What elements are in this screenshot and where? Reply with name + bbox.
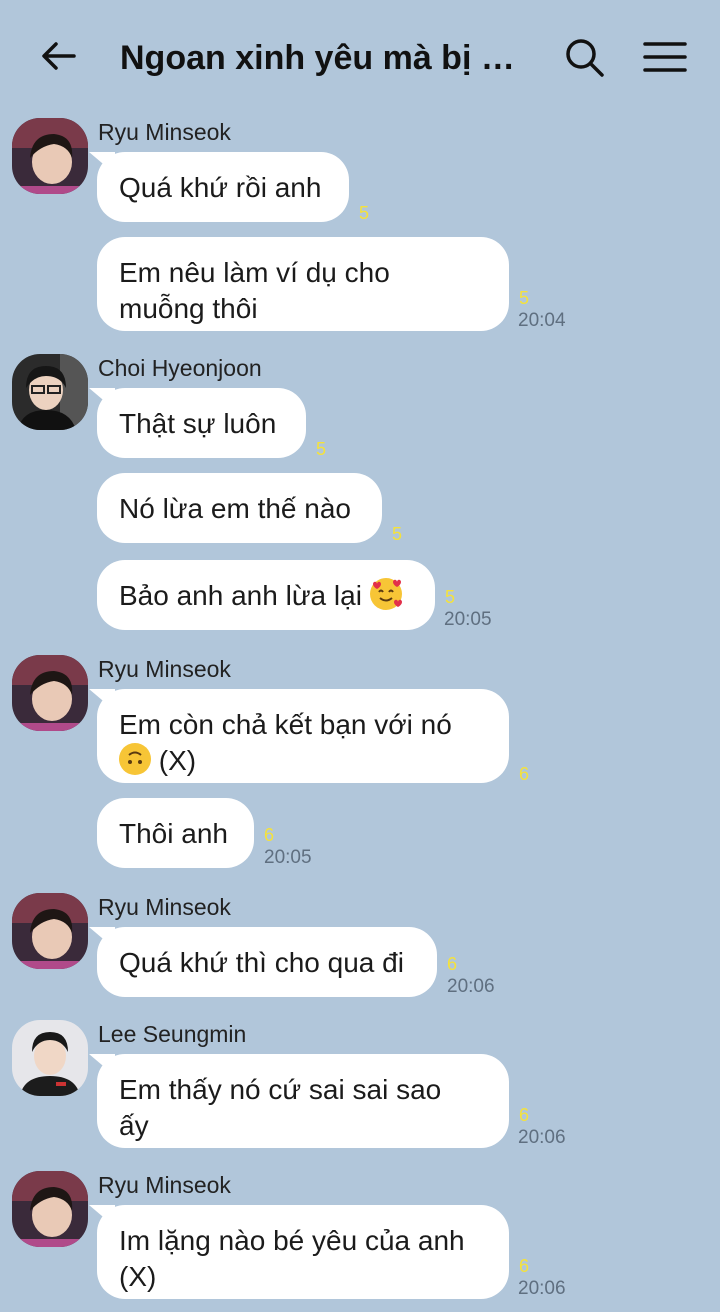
- timestamp: 20:06: [447, 976, 495, 997]
- message-text: Quá khứ thì cho qua đi: [119, 947, 404, 978]
- message-text: (X): [158, 745, 197, 776]
- avatar-lee-seungmin[interactable]: [12, 1020, 88, 1096]
- unread-count: 6: [447, 954, 458, 974]
- message-text-line: (X): [119, 743, 487, 779]
- message-bubble[interactable]: Quá khứ rồi anh: [97, 152, 349, 222]
- chat-title: Ngoan xinh yêu mà bị t...: [120, 39, 520, 77]
- sender-name: Ryu Minseok: [98, 119, 231, 145]
- message-text-line: Em thấy nó cứ sai sai sao: [119, 1074, 442, 1105]
- message-text: Nó lừa em thế nào: [119, 493, 351, 524]
- unread-count: 5: [519, 288, 530, 308]
- menu-button[interactable]: [640, 34, 690, 82]
- message-bubble[interactable]: Em còn chả kết bạn với nó (X): [97, 689, 509, 783]
- hamburger-menu-icon: [643, 42, 687, 72]
- sender-name: Lee Seungmin: [98, 1021, 247, 1047]
- search-button[interactable]: [560, 34, 608, 82]
- message-text-line: Em còn chả kết bạn với nó: [119, 709, 452, 740]
- message-bubble[interactable]: Im lặng nào bé yêu của anh (X): [97, 1205, 509, 1299]
- unread-count: 6: [264, 825, 275, 845]
- avatar-ryu-minseok[interactable]: [12, 893, 88, 969]
- back-button[interactable]: [34, 34, 82, 82]
- arrow-left-icon: [42, 42, 76, 70]
- sender-name: Ryu Minseok: [98, 1172, 231, 1198]
- avatar-ryu-minseok[interactable]: [12, 118, 88, 194]
- search-icon: [566, 39, 604, 77]
- smiling-face-with-hearts-emoji: [369, 578, 402, 610]
- unread-count: 5: [445, 587, 456, 607]
- message-text-line: (X): [119, 1261, 157, 1292]
- message-text-line: muỗng thôi: [119, 293, 258, 324]
- message-bubble[interactable]: Bảo anh anh lừa lại: [97, 560, 435, 630]
- unread-count: 6: [519, 764, 530, 784]
- message-text: Bảo anh anh lừa lại: [119, 580, 362, 611]
- unread-count: 6: [519, 1105, 530, 1125]
- timestamp: 20:05: [444, 609, 492, 630]
- message-text: Thật sự luôn: [119, 408, 277, 439]
- timestamp: 20:04: [518, 310, 566, 331]
- message-text-line: Em nêu làm ví dụ cho: [119, 257, 390, 288]
- message-text-line: Im lặng nào bé yêu của anh: [119, 1225, 465, 1256]
- chat-header: Ngoan xinh yêu mà bị t...: [0, 0, 720, 112]
- unread-count: 5: [316, 439, 327, 459]
- message-bubble[interactable]: Em nêu làm ví dụ cho muỗng thôi: [97, 237, 509, 331]
- sender-name: Ryu Minseok: [98, 894, 231, 920]
- message-text: Quá khứ rồi anh: [119, 172, 322, 203]
- message-bubble[interactable]: Quá khứ thì cho qua đi: [97, 927, 437, 997]
- upside-down-face-emoji: [119, 743, 151, 775]
- message-text: Thôi anh: [119, 818, 228, 849]
- message-bubble[interactable]: Thật sự luôn: [97, 388, 306, 458]
- sender-name: Ryu Minseok: [98, 656, 231, 682]
- unread-count: 6: [519, 1256, 530, 1276]
- timestamp: 20:06: [518, 1127, 566, 1148]
- message-bubble[interactable]: Thôi anh: [97, 798, 254, 868]
- avatar-ryu-minseok[interactable]: [12, 1171, 88, 1247]
- timestamp: 20:06: [518, 1278, 566, 1299]
- message-text-line: ấy: [119, 1110, 149, 1141]
- message-bubble[interactable]: Nó lừa em thế nào: [97, 473, 382, 543]
- avatar-choi-hyeonjoon[interactable]: [12, 354, 88, 430]
- message-bubble[interactable]: Em thấy nó cứ sai sai sao ấy: [97, 1054, 509, 1148]
- unread-count: 5: [392, 524, 403, 544]
- unread-count: 5: [359, 203, 370, 223]
- avatar-ryu-minseok[interactable]: [12, 655, 88, 731]
- timestamp: 20:05: [264, 847, 312, 868]
- sender-name: Choi Hyeonjoon: [98, 355, 262, 381]
